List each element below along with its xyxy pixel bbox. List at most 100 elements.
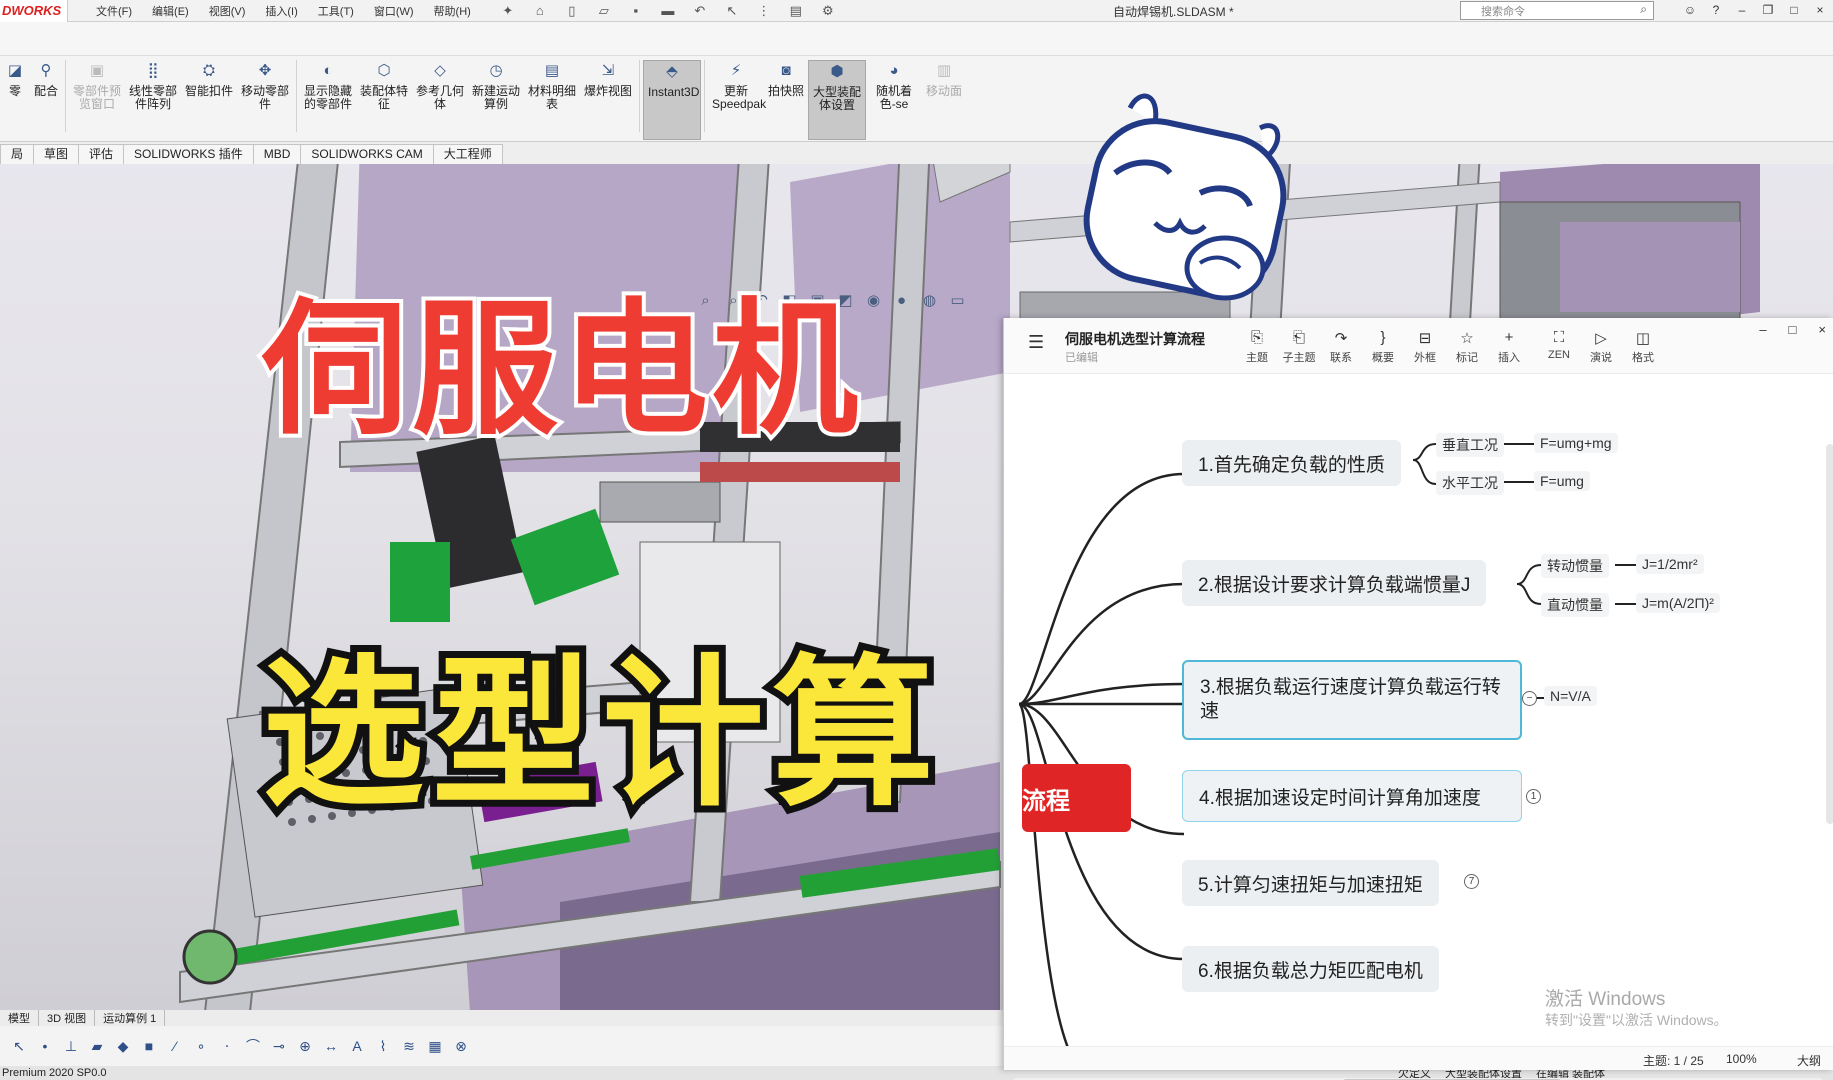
home-icon[interactable]: ⌂	[529, 3, 551, 19]
tab-evaluate[interactable]: 评估	[78, 144, 125, 164]
tool-pitch-button[interactable]: ▷ 演说	[1580, 329, 1622, 365]
open-file-icon[interactable]: ▱	[593, 3, 615, 19]
annotation-icon[interactable]: A	[348, 1038, 366, 1054]
menu-bar[interactable]: 文件(F) 编辑(E) 视图(V) 插入(I) 工具(T) 窗口(W) 帮助(H…	[96, 3, 491, 19]
menu-edit[interactable]: 编辑(E)	[152, 3, 189, 19]
tab-mbd[interactable]: MBD	[252, 144, 302, 164]
scene-icon[interactable]: ◍	[919, 290, 940, 311]
cosmetic-thread-icon[interactable]: ≋	[400, 1038, 418, 1055]
step-4-node[interactable]: 4.根据加速设定时间计算角加速度	[1182, 770, 1522, 822]
horizontal-condition-node[interactable]: 水平工况	[1436, 471, 1504, 495]
close-icon[interactable]: ×	[1807, 0, 1833, 20]
ribbon-button-mate[interactable]: ⚲ 配合	[30, 60, 62, 98]
weld-icon[interactable]: ⌇	[374, 1038, 392, 1055]
linear-inertia-node[interactable]: 直动惯量	[1541, 593, 1609, 617]
bottom-toolbar[interactable]: ↖ • ⊥ ▰ ◆ ■ ⁄ ∘ ⋅ ⌒ ⊸ ⊕ ↔ A ⌇ ≋ ▦ ⊗	[0, 1026, 1010, 1066]
tab-motion-study[interactable]: 运动算例 1	[95, 1010, 166, 1026]
tab-model[interactable]: 模型	[0, 1010, 39, 1026]
menu-insert[interactable]: 插入(I)	[265, 3, 297, 19]
speed-formula-node[interactable]: N=V/A	[1544, 686, 1597, 706]
search-icon[interactable]: ⌕	[1640, 2, 1647, 17]
tool-relationship-button[interactable]: ↷ 联系	[1320, 329, 1362, 365]
menu-help[interactable]: 帮助(H)	[434, 3, 471, 19]
step-1-node[interactable]: 1.首先确定负载的性质	[1182, 440, 1401, 486]
zoom-level[interactable]: 100%	[1726, 1052, 1757, 1066]
print-icon[interactable]: ▬	[657, 3, 679, 19]
step-2-node[interactable]: 2.根据设计要求计算负载端惯量J	[1182, 560, 1487, 606]
point-icon[interactable]: •	[36, 1038, 54, 1054]
rotational-inertia-formula[interactable]: J=1/2mr²	[1636, 554, 1704, 574]
sketch-point-icon[interactable]: ⋅	[218, 1038, 236, 1055]
undo-icon[interactable]: ↶	[689, 3, 711, 19]
ribbon-button-speedpak[interactable]: ⚡ 更新Speedpak	[708, 60, 766, 111]
edit-appearance-icon[interactable]: ●	[891, 290, 912, 311]
tab-engineer[interactable]: 大工程师	[432, 144, 503, 164]
rotational-inertia-node[interactable]: 转动惯量	[1541, 554, 1609, 578]
window-controls[interactable]: ☺ ? – ❐ □ ×	[1677, 0, 1833, 20]
step-5-node[interactable]: 5.计算匀速扭矩与加速扭矩	[1182, 860, 1439, 906]
quick-access-toolbar[interactable]: ✦ ⌂ ▯ ▱ ▪ ▬ ↶ ↖ ⋮ ▤ ⚙	[497, 3, 849, 19]
options-gear-icon[interactable]: ⚙	[817, 3, 839, 19]
tool-topic-button[interactable]: ⎘ 主题	[1236, 329, 1278, 365]
hide-show-icon[interactable]: ◉	[863, 290, 884, 311]
view-settings-icon[interactable]: ▭	[947, 290, 968, 311]
model-tabs[interactable]: 模型 3D 视图 运动算例 1	[0, 1010, 1010, 1026]
tab-layout[interactable]: 局	[0, 144, 35, 164]
mindmap-root-node[interactable]: 流程	[1022, 764, 1131, 832]
traffic-light-icon[interactable]: ⋮	[753, 3, 775, 19]
collapsed-count-badge[interactable]: 7	[1464, 874, 1479, 889]
minimize-icon[interactable]: –	[1729, 0, 1755, 20]
mate-reference-icon[interactable]: ⊗	[452, 1038, 470, 1055]
menu-window[interactable]: 窗口(W)	[374, 3, 414, 19]
vertical-condition-node[interactable]: 垂直工况	[1436, 433, 1504, 457]
collapsed-count-badge[interactable]: 1	[1526, 789, 1541, 804]
file-properties-icon[interactable]: ▤	[785, 3, 807, 19]
new-file-icon[interactable]: ▯	[561, 3, 583, 19]
tool-marker-button[interactable]: ☆ 标记	[1446, 329, 1488, 365]
vertical-scrollbar[interactable]	[1826, 444, 1833, 824]
menu-tools[interactable]: 工具(T)	[318, 3, 354, 19]
step-6-node[interactable]: 6.根据负载总力矩匹配电机	[1182, 946, 1439, 992]
tool-zen-button[interactable]: ⛶ ZEN	[1538, 329, 1580, 365]
menu-icon[interactable]: ☰	[1028, 332, 1044, 353]
edge-icon[interactable]: ⁄	[166, 1038, 184, 1054]
sketch-segment-icon[interactable]: ⌒	[244, 1036, 262, 1056]
ribbon-button-fastener[interactable]: ⛭ 智能扣件	[181, 60, 237, 98]
ribbon-button-exploded-view[interactable]: ⇲ 爆炸视图	[580, 60, 636, 98]
tool-summary-button[interactable]: } 概要	[1362, 329, 1404, 365]
linear-inertia-formula[interactable]: J=m(A/2Π)²	[1636, 593, 1720, 613]
restore-icon[interactable]: ❐	[1755, 0, 1781, 20]
ribbon-button-assembly-feature[interactable]: ⬡ 装配体特征	[356, 60, 412, 111]
plane-icon[interactable]: ▰	[88, 1038, 106, 1055]
center-icon[interactable]: ⊕	[296, 1038, 314, 1055]
vertical-formula-node[interactable]: F=umg+mg	[1534, 433, 1618, 453]
tool-boundary-button[interactable]: ⊟ 外框	[1404, 329, 1446, 365]
horizontal-formula-node[interactable]: F=umg	[1534, 471, 1590, 491]
user-icon[interactable]: ☺	[1677, 0, 1703, 20]
select-icon[interactable]: ↖	[721, 3, 743, 19]
table-icon[interactable]: ▦	[426, 1038, 444, 1055]
tab-sketch[interactable]: 草图	[33, 144, 80, 164]
select-icon[interactable]: ↖	[10, 1038, 28, 1055]
close-icon[interactable]: ×	[1818, 322, 1826, 337]
maximize-icon[interactable]: □	[1789, 322, 1797, 337]
tool-insert-button[interactable]: + 插入	[1488, 329, 1530, 365]
axis-icon[interactable]: ⊥	[62, 1038, 80, 1055]
command-manager-tabs[interactable]: 局 草图 评估 SOLIDWORKS 插件 MBD SOLIDWORKS CAM…	[0, 142, 1833, 164]
mindmap-window[interactable]: ☰ 伺服电机选型计算流程 已编辑 ⎘ 主题 ⎗ 子主题 ↷ 联系} 概要 ⊟ 外框 ☆ 标记 + 插入 ⛶…	[1003, 318, 1833, 1080]
tab-cam[interactable]: SOLIDWORKS CAM	[300, 144, 434, 164]
pin-icon[interactable]: ✦	[497, 3, 519, 19]
mid-point-icon[interactable]: ⊸	[270, 1038, 288, 1055]
tab-3d-view[interactable]: 3D 视图	[39, 1010, 96, 1026]
menu-view[interactable]: 视图(V)	[209, 3, 246, 19]
mindmap-window-controls[interactable]: – □ ×	[1759, 322, 1833, 337]
mindmap-tool-buttons[interactable]: ⎘ 主题 ⎗ 子主题 ↷ 联系} 概要 ⊟ 外框 ☆ 标记 + 插入 ⛶ ZEN ▷ 演说 ◫ 格式	[1236, 329, 1664, 365]
menu-file[interactable]: 文件(F)	[96, 3, 132, 19]
mindmap-canvas[interactable]: 1.首先确定负载的性质 垂直工况 F=umg+mg 水平工况 F=umg 2.根…	[1004, 374, 1833, 1080]
command-manager[interactable]: ◪ 零 ⚲ 配合 ▣ 零部件预览窗口 ⣿ 线性零部件阵列 ⛭ 智能扣件 ✥ 移动零部件 ◐ 显示隐藏的零部…	[0, 56, 1833, 142]
ribbon-button-reference-geometry[interactable]: ◇ 参考几何体	[412, 60, 468, 111]
dimension-icon[interactable]: ↔	[322, 1038, 340, 1054]
minimize-icon[interactable]: –	[1759, 322, 1766, 337]
search-commands-input[interactable]: 搜索命令 ⌕	[1460, 1, 1654, 20]
ribbon-button-instant3d[interactable]: ⬘ Instant3D	[643, 60, 702, 140]
